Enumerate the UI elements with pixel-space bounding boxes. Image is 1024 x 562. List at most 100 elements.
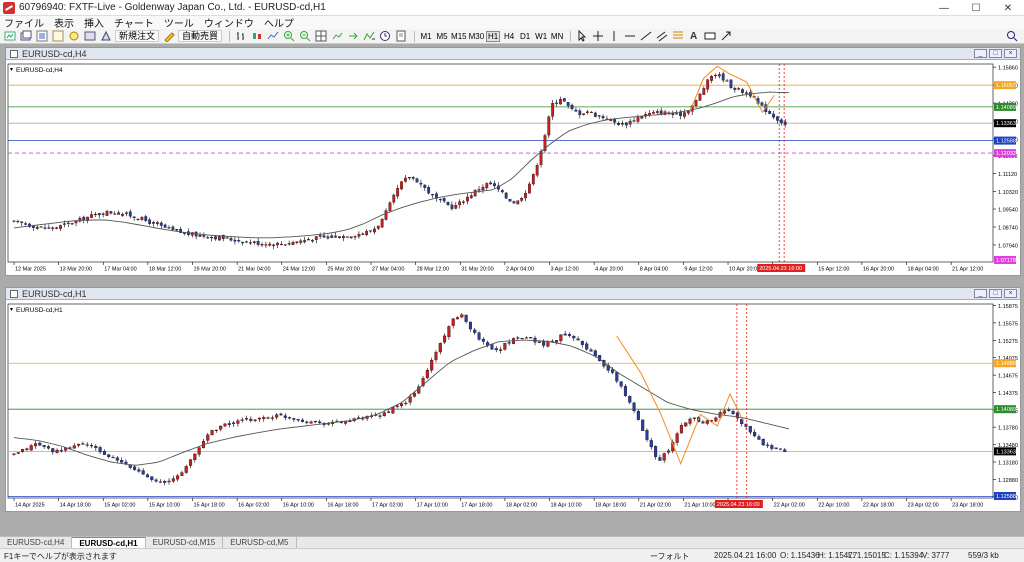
tf-m5[interactable]: M5 <box>435 32 449 41</box>
price-axis-label: 1.09540 <box>998 208 1018 214</box>
chart-maximize-button[interactable]: □ <box>989 289 1002 298</box>
tab-eurusd-h4[interactable]: EURUSD-cd,H4 <box>0 537 73 548</box>
candle-body <box>150 476 154 480</box>
chart-close-button[interactable]: × <box>1004 49 1017 58</box>
trendline-icon[interactable] <box>639 30 652 43</box>
menu-help[interactable]: ヘルプ <box>264 15 294 30</box>
maximize-button[interactable]: ☐ <box>960 0 992 16</box>
candle-body <box>562 98 566 102</box>
status-traffic: 559/3 kb <box>968 551 999 560</box>
tf-d1[interactable]: D1 <box>518 32 532 41</box>
new-order-button[interactable]: 新規注文 <box>115 30 160 42</box>
zoom-in-icon[interactable] <box>282 30 295 43</box>
candle-body <box>572 336 576 339</box>
candle-body <box>494 348 498 351</box>
vertical-line-icon[interactable] <box>607 30 620 43</box>
tf-h4[interactable]: H4 <box>502 32 516 41</box>
line-chart-icon[interactable] <box>266 30 279 43</box>
new-chart-icon[interactable] <box>3 30 16 43</box>
price-chart-h1[interactable]: EURUSD-cd,H11.158751.155751.152751.14975… <box>6 300 1020 511</box>
candle-body <box>760 102 764 106</box>
close-button[interactable]: ✕ <box>992 0 1024 16</box>
candle-body <box>249 418 253 421</box>
periods-icon[interactable] <box>378 30 391 43</box>
price-chart-h4[interactable]: EURUSD-cd,H41.158601.150601.142601.13460… <box>6 60 1020 275</box>
text-label-icon[interactable] <box>703 30 716 43</box>
candle-body <box>365 231 369 236</box>
tab-eurusd-h1[interactable]: EURUSD-cd,H1 <box>72 537 146 548</box>
candle-body <box>516 200 520 205</box>
horizontal-line-icon[interactable] <box>623 30 636 43</box>
equidistant-channel-icon[interactable] <box>655 30 668 43</box>
time-axis-label: 15 Apr 12:00 <box>818 267 849 273</box>
chart-minimize-button[interactable]: _ <box>974 49 987 58</box>
time-axis-label: 17 Apr 02:00 <box>372 503 403 509</box>
status-close: C: 1.15394 <box>884 551 924 560</box>
time-axis-label: 15 Apr 10:00 <box>149 503 180 509</box>
candle-body <box>450 204 454 209</box>
fibonacci-icon[interactable] <box>671 30 684 43</box>
menu-tools[interactable]: ツール <box>164 15 194 30</box>
candle-body <box>766 444 770 446</box>
indicators-icon[interactable] <box>362 30 375 43</box>
chart-maximize-button[interactable]: □ <box>989 49 1002 58</box>
crosshair-icon[interactable] <box>591 30 604 43</box>
cursor-icon[interactable] <box>575 30 588 43</box>
chart-window-h4[interactable]: EURUSD-cd,H4 _ □ × EURUSD-cd,H4 1.15860 1.… <box>5 47 1021 276</box>
chart-window-h1[interactable]: EURUSD-cd,H1 _ □ × EURUSD-cd,H1 1.15875 1.… <box>5 287 1021 512</box>
tile-windows-icon[interactable] <box>314 30 327 43</box>
chart-window-titlebar[interactable]: EURUSD-cd,H1 _ □ × <box>6 288 1020 300</box>
candle-body <box>241 241 245 244</box>
tab-eurusd-m5[interactable]: EURUSD-cd,M5 <box>223 537 297 548</box>
tab-eurusd-m15[interactable]: EURUSD-cd,M15 <box>146 537 224 548</box>
tf-h1[interactable]: H1 <box>486 30 501 42</box>
candle-body <box>55 227 59 229</box>
chart-minimize-button[interactable]: _ <box>974 289 987 298</box>
candle-body <box>737 88 741 90</box>
templates-icon[interactable] <box>394 30 407 43</box>
market-watch-icon[interactable] <box>35 30 48 43</box>
candle-body <box>597 115 601 117</box>
candle-body <box>466 196 469 202</box>
candle-body <box>684 422 688 427</box>
chart-shift-icon[interactable] <box>346 30 359 43</box>
bar-chart-icon[interactable] <box>234 30 247 43</box>
text-tool-icon[interactable]: A <box>687 30 700 43</box>
profiles-icon[interactable] <box>19 30 32 43</box>
candle-body <box>415 178 419 183</box>
tester-icon[interactable] <box>99 30 112 43</box>
arrows-icon[interactable] <box>719 30 732 43</box>
chart-window-titlebar[interactable]: EURUSD-cd,H4 _ □ × <box>6 48 1020 60</box>
price-tag-label: 1.12588 <box>996 494 1016 500</box>
terminal-icon[interactable] <box>83 30 96 43</box>
menu-view[interactable]: 表示 <box>54 15 74 30</box>
menu-insert[interactable]: 挿入 <box>84 15 104 30</box>
candle-body <box>546 341 550 347</box>
candle-body <box>641 419 645 431</box>
metaeditor-icon[interactable] <box>162 30 175 43</box>
candle-body <box>198 234 202 237</box>
menu-file[interactable]: ファイル <box>4 15 44 30</box>
menu-charts[interactable]: チャート <box>114 15 154 30</box>
candle-body <box>132 216 136 218</box>
candlestick-icon[interactable] <box>250 30 263 43</box>
candle-body <box>314 236 318 240</box>
tf-m15[interactable]: M15 <box>451 32 467 41</box>
minimize-button[interactable]: — <box>928 0 960 16</box>
tf-m1[interactable]: M1 <box>419 32 433 41</box>
menu-window[interactable]: ウィンドウ <box>204 15 254 30</box>
candle-body <box>272 244 276 247</box>
candle-body <box>97 213 101 216</box>
tf-m30[interactable]: M30 <box>469 32 485 41</box>
tf-mn[interactable]: MN <box>550 32 564 41</box>
auto-scroll-icon[interactable] <box>330 30 343 43</box>
chart-close-button[interactable]: × <box>1004 289 1017 298</box>
zoom-out-icon[interactable] <box>298 30 311 43</box>
candle-body <box>257 417 261 420</box>
tf-w1[interactable]: W1 <box>534 32 548 41</box>
auto-trading-button[interactable]: 自動売買 <box>178 30 223 42</box>
data-window-icon[interactable] <box>51 30 64 43</box>
navigator-icon[interactable] <box>67 30 80 43</box>
search-icon[interactable] <box>1006 30 1018 45</box>
candle-body <box>270 417 274 419</box>
